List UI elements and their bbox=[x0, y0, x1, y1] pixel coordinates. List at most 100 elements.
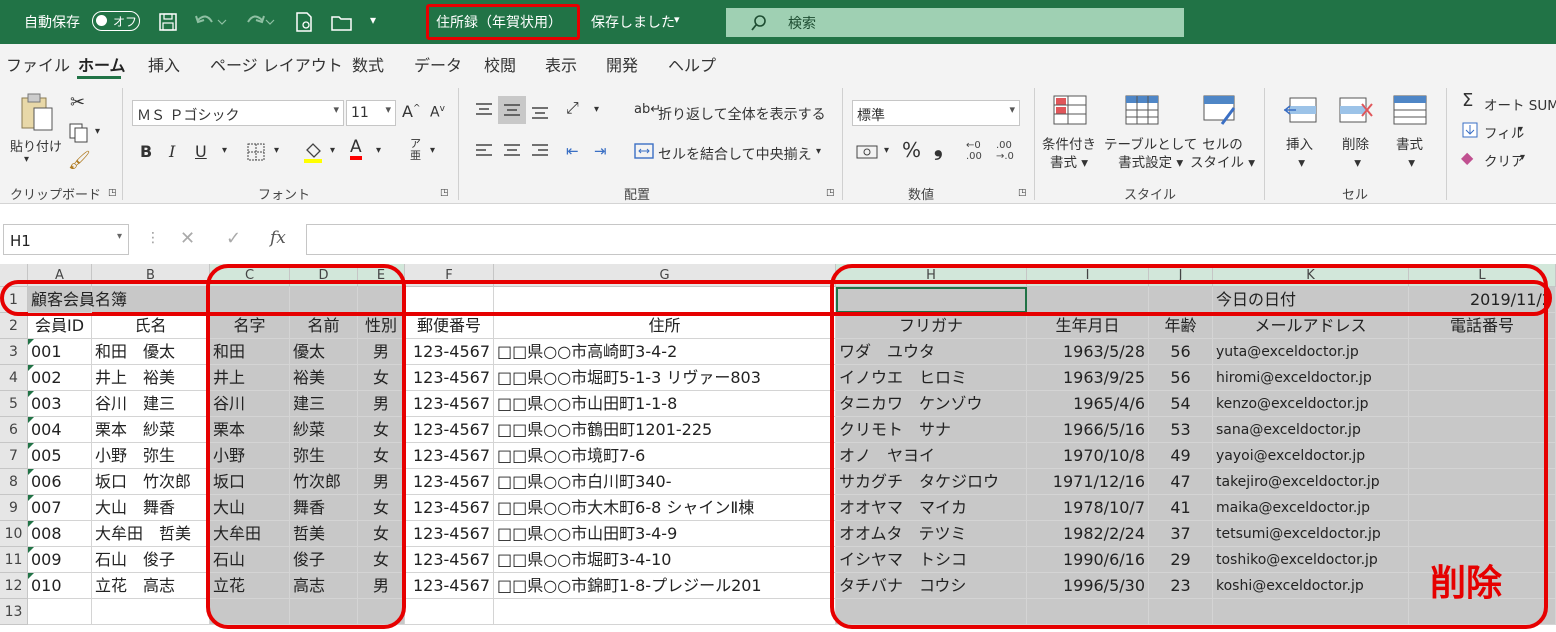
cell[interactable] bbox=[1409, 495, 1556, 521]
row-header-9[interactable]: 9 bbox=[0, 495, 28, 521]
insert-function-icon[interactable]: fx bbox=[270, 228, 286, 248]
phonetic-chevron-icon[interactable]: ▾ bbox=[430, 145, 435, 156]
cell[interactable]: 立花 bbox=[210, 573, 290, 599]
cell[interactable]: □□県○○市錦町1-8-プレジール201 bbox=[494, 573, 836, 599]
cell[interactable]: 001 bbox=[28, 339, 92, 365]
font-size-select[interactable]: 11 ▾ bbox=[346, 100, 396, 126]
cell[interactable] bbox=[358, 287, 405, 313]
column-header-a[interactable]: A bbox=[28, 264, 92, 287]
copy-icon[interactable] bbox=[68, 122, 90, 144]
cell[interactable] bbox=[210, 287, 290, 313]
row-header-10[interactable]: 10 bbox=[0, 521, 28, 547]
cell[interactable]: yuta@exceldoctor.jp bbox=[1213, 339, 1409, 365]
copy-chevron-icon[interactable]: ▾ bbox=[95, 126, 100, 137]
cell[interactable]: 男 bbox=[358, 469, 405, 495]
column-label[interactable]: 生年月日 bbox=[1027, 313, 1149, 339]
formula-input[interactable] bbox=[306, 224, 1556, 255]
column-header-k[interactable]: K bbox=[1213, 264, 1409, 287]
tab-review[interactable]: 校閲 bbox=[484, 52, 516, 76]
cell[interactable]: 高志 bbox=[290, 573, 358, 599]
cell[interactable]: tetsumi@exceldoctor.jp bbox=[1213, 521, 1409, 547]
cell[interactable]: 47 bbox=[1149, 469, 1213, 495]
cell[interactable]: 56 bbox=[1149, 365, 1213, 391]
insert-cells-button[interactable]: 挿入 ▾ bbox=[1286, 136, 1313, 172]
tab-formulas[interactable]: 数式 bbox=[352, 52, 384, 76]
today-value[interactable]: 2019/11/2 bbox=[1409, 287, 1556, 313]
column-label[interactable]: 郵便番号 bbox=[405, 313, 494, 339]
cell[interactable]: 1971/12/16 bbox=[1027, 469, 1149, 495]
cell[interactable]: sana@exceldoctor.jp bbox=[1213, 417, 1409, 443]
row-header-11[interactable]: 11 bbox=[0, 547, 28, 573]
clear-button[interactable]: クリア bbox=[1484, 150, 1525, 170]
cell[interactable] bbox=[1409, 417, 1556, 443]
tab-help[interactable]: ヘルプ bbox=[668, 52, 716, 76]
bold-button[interactable]: B bbox=[140, 142, 152, 161]
cell[interactable]: 54 bbox=[1149, 391, 1213, 417]
cell[interactable] bbox=[1027, 599, 1149, 625]
row-header-13[interactable]: 13 bbox=[0, 599, 28, 625]
align-middle-button[interactable] bbox=[498, 96, 526, 124]
row-header-1[interactable]: 1 bbox=[0, 287, 28, 313]
enter-icon[interactable]: ✓ bbox=[226, 228, 241, 249]
cell[interactable]: 1996/5/30 bbox=[1027, 573, 1149, 599]
cell[interactable] bbox=[1409, 365, 1556, 391]
decrease-indent-icon[interactable]: ⇤ bbox=[566, 142, 579, 160]
column-header-c[interactable]: C bbox=[210, 264, 290, 287]
currency-chevron-icon[interactable]: ▾ bbox=[884, 145, 889, 156]
increase-font-icon[interactable]: A^ bbox=[402, 102, 421, 121]
cell[interactable] bbox=[1213, 599, 1409, 625]
merge-center-icon[interactable] bbox=[634, 142, 654, 160]
row-header-5[interactable]: 5 bbox=[0, 391, 28, 417]
cell[interactable]: 123-4567 bbox=[405, 469, 494, 495]
name-box[interactable]: H1 ▾ bbox=[3, 224, 129, 255]
column-label[interactable]: メールアドレス bbox=[1213, 313, 1409, 339]
select-all-corner[interactable] bbox=[0, 264, 28, 287]
cell[interactable]: 女 bbox=[358, 547, 405, 573]
cell[interactable]: 123-4567 bbox=[405, 339, 494, 365]
comma-button[interactable]: ❟ bbox=[934, 136, 943, 161]
column-header-h[interactable]: H bbox=[836, 264, 1027, 287]
delete-cells-icon[interactable] bbox=[1338, 94, 1374, 126]
cell[interactable]: hiromi@exceldoctor.jp bbox=[1213, 365, 1409, 391]
cell[interactable]: 女 bbox=[358, 495, 405, 521]
cell-styles-button[interactable]: セルの スタイル ▾ bbox=[1190, 136, 1255, 172]
cell[interactable]: 123-4567 bbox=[405, 443, 494, 469]
tab-file[interactable]: ファイル bbox=[6, 52, 70, 76]
font-launcher-icon[interactable]: ◳ bbox=[440, 188, 449, 198]
border-chevron-icon[interactable]: ▾ bbox=[274, 145, 279, 156]
align-center-icon[interactable] bbox=[502, 142, 522, 160]
cell[interactable]: 006 bbox=[28, 469, 92, 495]
delete-cells-button[interactable]: 削除 ▾ bbox=[1342, 136, 1369, 172]
cell[interactable]: maika@exceldoctor.jp bbox=[1213, 495, 1409, 521]
cell[interactable]: 坂口 bbox=[210, 469, 290, 495]
cell[interactable] bbox=[1149, 287, 1213, 313]
cell[interactable]: 002 bbox=[28, 365, 92, 391]
cell[interactable] bbox=[92, 599, 210, 625]
cell[interactable]: 008 bbox=[28, 521, 92, 547]
save-icon[interactable] bbox=[158, 12, 178, 32]
cell[interactable]: 竹次郎 bbox=[290, 469, 358, 495]
cell[interactable]: 大牟田 bbox=[210, 521, 290, 547]
cell[interactable]: 舞香 bbox=[290, 495, 358, 521]
paste-icon[interactable] bbox=[18, 92, 58, 132]
column-header-d[interactable]: D bbox=[290, 264, 358, 287]
sheet-title[interactable]: 顧客会員名簿 bbox=[28, 287, 127, 313]
tab-insert[interactable]: 挿入 bbox=[148, 52, 180, 76]
cell[interactable]: 小野 弥生 bbox=[92, 443, 210, 469]
cell[interactable]: 49 bbox=[1149, 443, 1213, 469]
cell[interactable]: タニカワ ケンゾウ bbox=[836, 391, 1027, 417]
cut-icon[interactable]: ✂ bbox=[70, 92, 85, 113]
clear-icon[interactable]: ◆ bbox=[1461, 148, 1473, 167]
merge-chevron-icon[interactable]: ▾ bbox=[816, 146, 821, 157]
cell[interactable]: 007 bbox=[28, 495, 92, 521]
cell[interactable]: 123-4567 bbox=[405, 495, 494, 521]
cell[interactable]: 009 bbox=[28, 547, 92, 573]
conditional-format-button[interactable]: 条件付き 書式 ▾ bbox=[1042, 136, 1096, 172]
cell[interactable]: 1963/9/25 bbox=[1027, 365, 1149, 391]
cell[interactable]: 女 bbox=[358, 521, 405, 547]
cell[interactable]: 123-4567 bbox=[405, 417, 494, 443]
cell[interactable]: 1970/10/8 bbox=[1027, 443, 1149, 469]
insert-cells-icon[interactable] bbox=[1282, 94, 1318, 126]
autosum-icon[interactable]: Σ bbox=[1462, 90, 1473, 111]
cell[interactable]: 立花 高志 bbox=[92, 573, 210, 599]
